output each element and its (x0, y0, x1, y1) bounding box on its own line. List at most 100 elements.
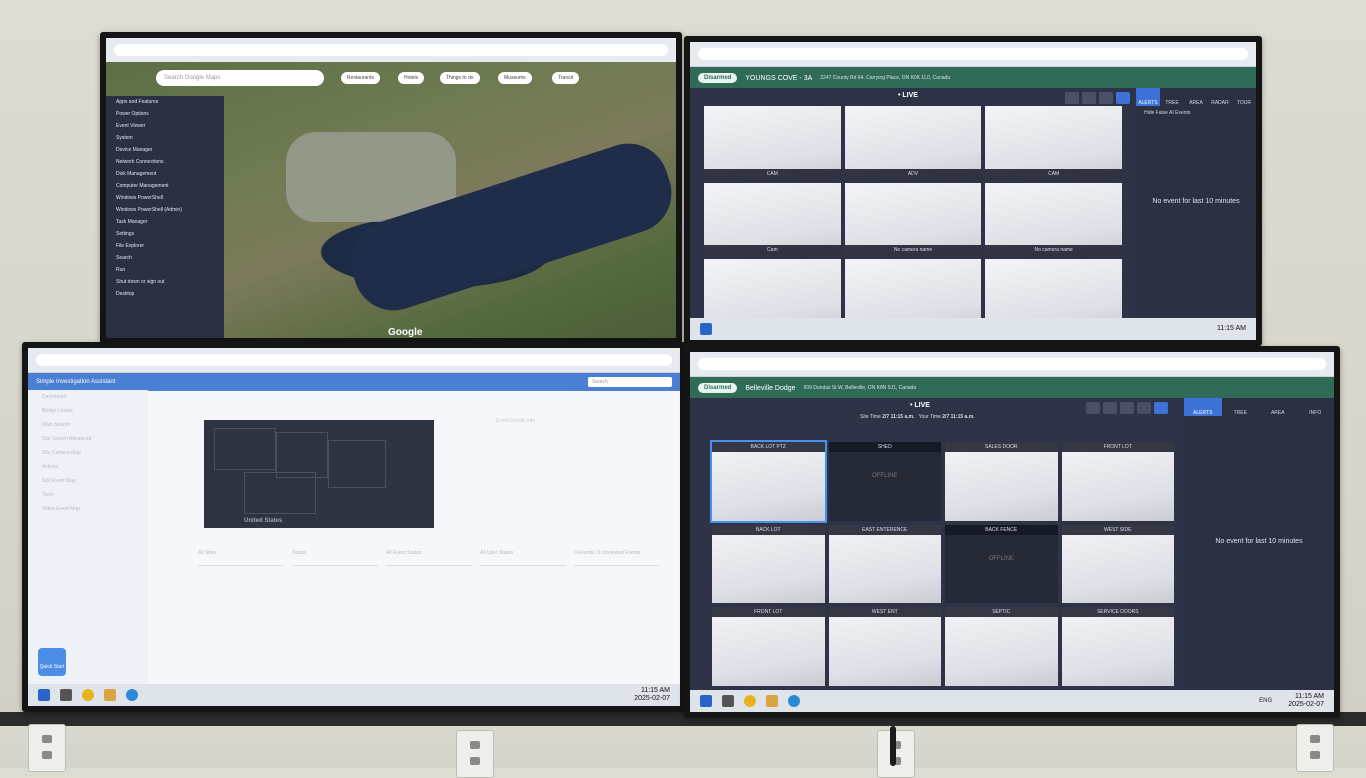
filter-user-status[interactable]: All User Status (480, 544, 566, 566)
sidebar-item[interactable]: Dashboard (28, 390, 148, 404)
tab-tree[interactable]: TREE (1160, 88, 1184, 106)
camera-tile[interactable]: SALES DOOR (945, 442, 1058, 521)
tab-area[interactable]: AREA (1184, 88, 1208, 106)
menu-item[interactable]: Windows PowerShell (Admin) (106, 204, 224, 216)
address-bar[interactable] (698, 358, 1326, 370)
search-icon[interactable] (722, 695, 734, 707)
menu-item[interactable]: Event Viewer (106, 120, 224, 132)
start-icon[interactable] (700, 323, 712, 335)
filter-event-status[interactable]: All Event Status (386, 544, 472, 566)
bell-icon[interactable] (1116, 92, 1130, 104)
tab-info[interactable]: INFO (1297, 398, 1335, 416)
sidebar-item[interactable]: Site Camera Map (28, 446, 148, 460)
sidebar-item[interactable]: Tools (28, 488, 148, 502)
camera-tile[interactable]: SERVICE DOORS (1061, 607, 1174, 686)
camera-tile[interactable]: ADV (844, 106, 982, 179)
chip[interactable]: Restaurants (341, 72, 380, 84)
menu-item[interactable]: Run (106, 264, 224, 276)
filter-bar: All Sites Status All Event Status All Us… (198, 544, 660, 566)
status-badge[interactable]: Disarmed (698, 383, 738, 393)
menu-item[interactable]: Power Options (106, 108, 224, 120)
camera-tile[interactable]: WEST SIDE (1061, 524, 1174, 604)
tab-alerts[interactable]: ALERTS (1184, 398, 1222, 416)
sidebar-item[interactable]: Video Event Map (28, 502, 148, 516)
sidebar-item[interactable]: Actions (28, 460, 148, 474)
menu-item[interactable]: System (106, 132, 224, 144)
sidebar-item[interactable]: Site Search Advanced (28, 432, 148, 446)
menu-item[interactable]: Computer Management (106, 180, 224, 192)
status-badge[interactable]: Disarmed (698, 73, 738, 83)
camera-tile[interactable]: WEST ENT (828, 607, 941, 686)
start-icon[interactable] (700, 695, 712, 707)
quick-start-button[interactable]: Quick Start (38, 648, 66, 676)
chip[interactable]: Hotels (398, 72, 425, 84)
address-bar[interactable] (36, 354, 672, 366)
menu-item[interactable]: Disk Management (106, 168, 224, 180)
camera-tile[interactable]: BACK LOT PTZ (710, 440, 827, 523)
camera-tile[interactable]: FRONT LOT (1061, 442, 1174, 521)
tool-icon[interactable] (1099, 92, 1113, 104)
context-menu[interactable]: Apps and Features Power Options Event Vi… (106, 96, 224, 338)
alerts-panel: ALERTS TREE AREA INFO No event for last … (1184, 398, 1334, 690)
camera-tile[interactable]: No camera name (844, 182, 982, 256)
camera-tile[interactable]: SHED OFFLINE (828, 442, 941, 521)
camera-tile[interactable]: CAM (985, 106, 1122, 179)
tab-alerts[interactable]: ALERTS (1136, 88, 1160, 106)
hide-false-toggle[interactable]: Hide False AI Events (1136, 106, 1256, 120)
camera-tile[interactable]: EAST ENTERENCE (828, 524, 941, 604)
chrome-icon[interactable] (744, 695, 756, 707)
sidebar-item[interactable]: Bridge Lexion (28, 404, 148, 418)
zoom-in-icon[interactable] (1065, 92, 1079, 104)
folder-icon[interactable] (104, 689, 116, 701)
edge-icon[interactable] (788, 695, 800, 707)
chip[interactable]: Things to do (440, 72, 480, 84)
events-title: Event Details Info (496, 418, 536, 424)
menu-item[interactable]: Task Manager (106, 216, 224, 228)
monitor-top-right: Disarmed YOUNGS COVE - 3A 2247 County Rd… (684, 36, 1262, 346)
chrome-icon[interactable] (82, 689, 94, 701)
menu-item[interactable]: File Explorer (106, 240, 224, 252)
menu-item[interactable]: Settings (106, 228, 224, 240)
menu-item[interactable]: Desktop (106, 288, 224, 300)
camera-tile[interactable]: BACK FENCE OFFLINE (945, 524, 1058, 604)
menu-item[interactable]: Apps and Features (106, 96, 224, 108)
camera-tile[interactable]: BACK LOT (712, 524, 825, 604)
camera-tile[interactable]: FRONT LOT (712, 607, 825, 686)
camera-tile[interactable]: SEPTIC (945, 607, 1058, 686)
address-bar[interactable] (698, 48, 1248, 60)
zoom-in-icon[interactable] (1086, 402, 1100, 414)
start-icon[interactable] (38, 689, 50, 701)
camera-tile[interactable]: CAM (704, 106, 841, 179)
menu-item[interactable]: Shut down or sign out (106, 276, 224, 288)
zoom-out-icon[interactable] (1082, 92, 1096, 104)
tab-tour[interactable]: TOUR (1232, 88, 1256, 106)
region-map[interactable]: United States (204, 420, 434, 528)
filter-status[interactable]: Status (292, 544, 378, 566)
tool-icon[interactable] (1120, 402, 1134, 414)
menu-item[interactable]: Network Connections (106, 156, 224, 168)
menu-item[interactable]: Device Manager (106, 144, 224, 156)
chip[interactable]: Transit (552, 72, 580, 84)
edge-icon[interactable] (126, 689, 138, 701)
bell-icon[interactable] (1154, 402, 1168, 414)
wave-icon[interactable] (1137, 402, 1151, 414)
time-readout: Site Time 2/7 11:15 a.m. Your Time 2/7 1… (860, 414, 975, 420)
address-bar[interactable] (114, 44, 668, 56)
chip[interactable]: Museums (498, 72, 532, 84)
search-input[interactable]: Search (588, 377, 672, 387)
filter-sites[interactable]: All Sites (198, 544, 284, 566)
zoom-out-icon[interactable] (1103, 402, 1117, 414)
camera-tile[interactable]: Cam (704, 182, 841, 256)
map-search-input[interactable]: Search Google Maps (156, 70, 324, 86)
tab-area[interactable]: AREA (1259, 398, 1297, 416)
tab-radar[interactable]: RADAR (1208, 88, 1232, 106)
camera-tile[interactable]: No camera name (985, 182, 1122, 256)
folder-icon[interactable] (766, 695, 778, 707)
sidebar-item[interactable]: Site Event Map (28, 474, 148, 488)
menu-item[interactable]: Search (106, 252, 224, 264)
language-indicator[interactable]: ENG (1259, 698, 1272, 704)
search-icon[interactable] (60, 689, 72, 701)
menu-item[interactable]: Windows PowerShell (106, 192, 224, 204)
sidebar-item[interactable]: Main Search (28, 418, 148, 432)
tab-tree[interactable]: TREE (1222, 398, 1260, 416)
